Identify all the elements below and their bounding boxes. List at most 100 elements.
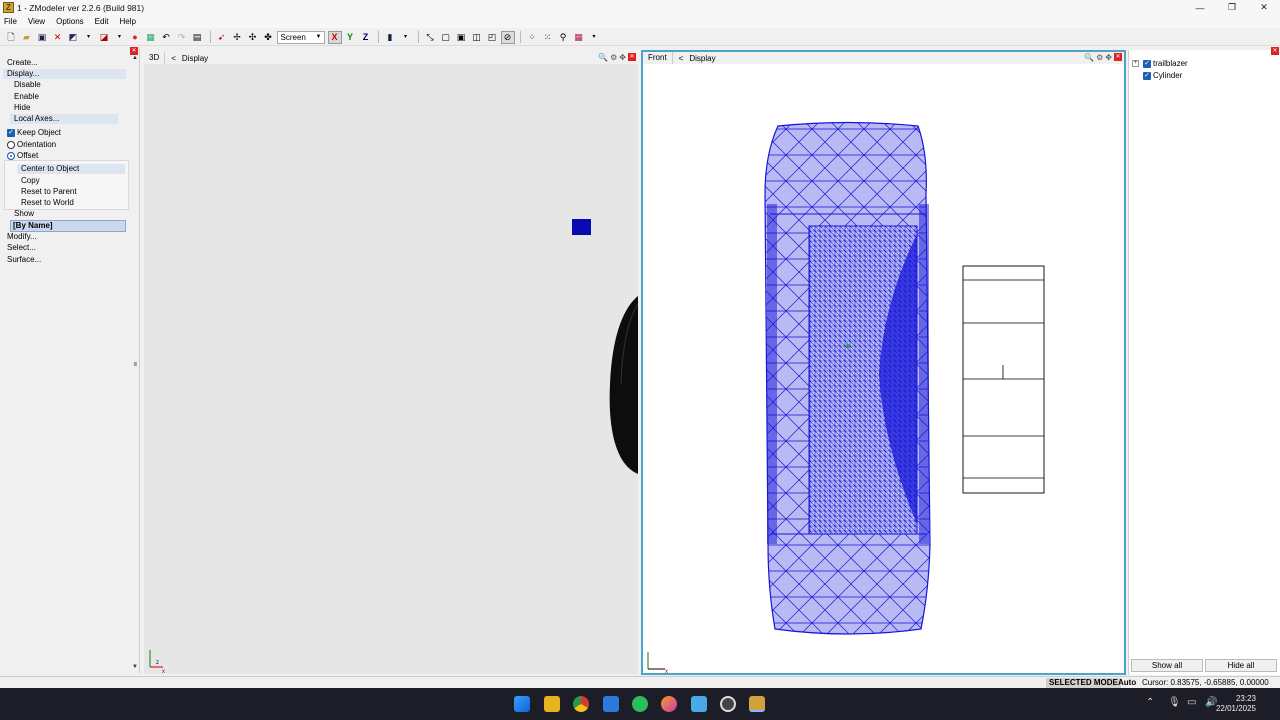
pan-icon[interactable]: ✥ — [619, 53, 626, 62]
settings-icon[interactable]: ⚙ — [610, 53, 617, 62]
zoom-region-icon[interactable]: ⤡ — [423, 31, 437, 44]
expand-icon[interactable]: + — [1132, 60, 1139, 67]
minimize-button[interactable]: — — [1184, 0, 1216, 15]
cmd-center-to-object[interactable]: Center to Object — [17, 164, 125, 174]
chevron-up-icon[interactable]: ⌃ — [1146, 697, 1154, 708]
show-all-button[interactable]: Show all — [1131, 659, 1203, 672]
cmd-disable[interactable]: Disable — [14, 80, 41, 90]
dropdown-arrow-icon[interactable]: ▾ — [399, 31, 413, 44]
menu-create[interactable]: Create... — [7, 58, 38, 68]
object-tool-icon[interactable]: ▮ — [383, 31, 397, 44]
cmd-copy[interactable]: Copy — [21, 176, 40, 186]
delete-icon[interactable]: ✕ — [51, 31, 65, 44]
close-viewport-icon[interactable]: ✕ — [628, 53, 636, 61]
dropdown-arrow-icon[interactable]: ▾ — [113, 31, 127, 44]
menu-select[interactable]: Select... — [7, 243, 36, 253]
visibility-checkbox-icon[interactable]: ✓ — [1143, 71, 1151, 80]
scroll-up-icon[interactable]: ▲ — [132, 55, 138, 61]
cmd-reset-to-world[interactable]: Reset to World — [21, 198, 74, 208]
snap-toggle-icon[interactable]: ⊘ — [500, 30, 515, 44]
figure-icon[interactable]: ⚲ — [556, 31, 570, 44]
menu-help[interactable]: Help — [119, 17, 135, 26]
zoom-icon[interactable]: 🔍 — [598, 53, 608, 62]
close-button[interactable]: ✕ — [1248, 0, 1280, 15]
open-folder-icon[interactable]: ▰ — [20, 31, 34, 44]
render-icon[interactable]: ▦ — [144, 31, 158, 44]
material-icon[interactable]: ▦ — [572, 31, 586, 44]
select-tool-icon[interactable]: ➹ — [215, 31, 229, 44]
selection-mode-indicator[interactable]: SELECTED MODE — [1046, 678, 1121, 688]
viewport-3d[interactable]: 3D < Display 🔍 ⚙ ✥ ✕ z x — [144, 52, 639, 675]
view-front-icon[interactable]: ▢ — [439, 31, 453, 44]
viewport-front-label[interactable]: Front — [643, 52, 673, 64]
edge-mode-icon[interactable]: ⁙ — [541, 31, 555, 44]
file-explorer-icon[interactable] — [544, 696, 560, 712]
cmd-by-name[interactable]: [By Name] — [10, 220, 126, 232]
view-top-icon[interactable]: ◫ — [470, 31, 484, 44]
pan-icon[interactable]: ✥ — [1105, 53, 1112, 62]
calculator-icon[interactable] — [603, 696, 619, 712]
axis-x-toggle[interactable]: X — [327, 30, 342, 44]
viewport-3d-nav[interactable]: < — [171, 54, 176, 63]
record-icon[interactable]: ● — [128, 31, 142, 44]
firefox-icon[interactable] — [661, 696, 677, 712]
offset-radio[interactable]: Offset — [7, 151, 38, 161]
coordinate-mode-select[interactable]: Screen ▼ — [276, 30, 325, 44]
new-file-icon[interactable]: 🗋 — [4, 31, 18, 44]
cmd-show[interactable]: Show — [14, 209, 34, 219]
whatsapp-icon[interactable] — [632, 696, 648, 712]
menu-file[interactable]: File — [4, 17, 17, 26]
system-clock[interactable]: 23:23 22/01/2025 — [1216, 694, 1256, 714]
viewport-3d-label[interactable]: 3D — [144, 52, 166, 64]
move-tool-icon[interactable]: ✢ — [230, 31, 244, 44]
dropdown-arrow-icon[interactable]: ▾ — [587, 31, 601, 44]
viewport-front-canvas[interactable]: x — [643, 64, 1124, 675]
tree-item-cylinder[interactable]: ✓ Cylinder — [1132, 71, 1182, 80]
orientation-radio[interactable]: Orientation — [7, 140, 56, 150]
tree-item-trailblazer[interactable]: + ✓ trailblazer — [1132, 59, 1188, 68]
dropdown-arrow-icon[interactable]: ▾ — [82, 31, 96, 44]
axis-y-toggle[interactable]: Y — [343, 31, 357, 44]
axis-z-toggle[interactable]: Z — [359, 31, 373, 44]
cmd-enable[interactable]: Enable — [14, 92, 39, 102]
zoom-icon[interactable]: 🔍 — [1084, 53, 1094, 62]
obs-icon[interactable] — [720, 696, 736, 712]
scale-tool-icon[interactable]: ✤ — [261, 31, 275, 44]
menu-display[interactable]: Display... — [3, 69, 126, 79]
document-icon[interactable]: ▤ — [190, 31, 204, 44]
view-perspective-icon[interactable]: ◰ — [485, 31, 499, 44]
undo-icon[interactable]: ↶ — [159, 31, 173, 44]
viewport-front-nav[interactable]: < — [679, 54, 684, 63]
auto-indicator[interactable]: Auto — [1118, 678, 1136, 688]
notepad-icon[interactable] — [691, 696, 707, 712]
save-icon[interactable]: ▣ — [35, 31, 49, 44]
menu-surface[interactable]: Surface... — [7, 255, 41, 265]
view-side-icon[interactable]: ▣ — [454, 31, 468, 44]
cmd-local-axes[interactable]: Local Axes... — [10, 114, 118, 124]
export-icon[interactable]: ◪ — [97, 31, 111, 44]
viewport-front-display-menu[interactable]: Display — [689, 54, 715, 63]
import-icon[interactable]: ◩ — [66, 31, 80, 44]
viewport-3d-display-menu[interactable]: Display — [182, 54, 208, 63]
settings-icon[interactable]: ⚙ — [1096, 53, 1103, 62]
splitter-grip-icon[interactable]: ≡ — [133, 362, 137, 368]
rotate-tool-icon[interactable]: ✣ — [246, 31, 260, 44]
chrome-icon[interactable] — [573, 696, 589, 712]
menu-view[interactable]: View — [28, 17, 45, 26]
menu-modify[interactable]: Modify... — [7, 232, 37, 242]
keep-object-checkbox[interactable]: ✓ Keep Object — [7, 128, 61, 138]
hide-all-button[interactable]: Hide all — [1205, 659, 1277, 672]
windows-start-icon[interactable] — [514, 696, 530, 712]
network-icon[interactable]: ▭ — [1187, 697, 1196, 708]
maximize-button[interactable]: ❐ — [1216, 0, 1248, 15]
close-viewport-icon[interactable]: ✕ — [1114, 53, 1122, 61]
zmodeler-taskbar-icon[interactable] — [749, 696, 765, 712]
viewport-front[interactable]: Front < Display 🔍 ⚙ ✥ ✕ x — [641, 50, 1126, 675]
vertex-mode-icon[interactable]: ⁘ — [525, 31, 539, 44]
scroll-down-icon[interactable]: ▼ — [132, 664, 138, 670]
redo-icon[interactable]: ↷ — [175, 31, 189, 44]
cmd-reset-to-parent[interactable]: Reset to Parent — [21, 187, 77, 197]
menu-options[interactable]: Options — [56, 17, 84, 26]
panel-close-icon[interactable]: ✕ — [130, 47, 138, 55]
microphone-icon[interactable]: 🎙 — [1168, 697, 1181, 708]
